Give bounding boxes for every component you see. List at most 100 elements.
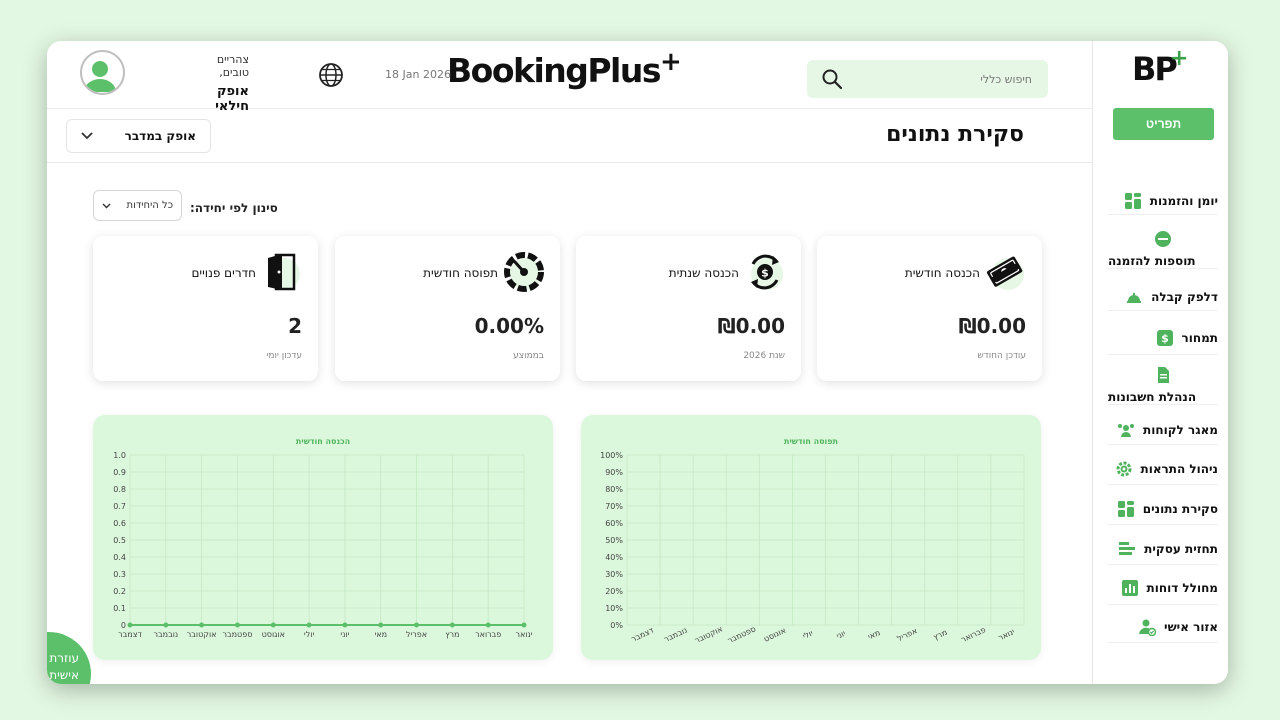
search-input[interactable] [852,64,1032,94]
chart-title: הכנסה חודשית [296,437,350,446]
app-window: BP + תפריט יומן והזמנות תוספות להזמנה דלפ… [47,41,1228,684]
sidebar-item-calendar[interactable]: יומן והזמנות [1108,187,1218,215]
card-title: חדרים פנויים [191,266,256,280]
x-tick-label: דצמבר [630,625,656,643]
x-tick-label: יולי [304,630,315,639]
document-icon [1154,366,1172,384]
y-tick-label: 10% [605,604,623,613]
y-tick-label: 50% [605,536,623,545]
brand-logo[interactable]: BookingPlus+ [447,47,682,96]
business-select[interactable]: אופק במדבר [66,119,211,153]
gear-icon [1115,460,1133,478]
current-date: 18 Jan 2026 [385,68,451,81]
data-point [127,622,133,628]
user-avatar-icon [84,61,116,92]
x-tick-label: ינואר [997,627,1016,642]
card-title: תפוסה חודשית [423,266,498,280]
x-tick-label: אפריל [896,626,919,643]
sidebar-item-label: סקירת נתונים [1142,501,1218,516]
sidebar-item-reports[interactable]: מחולל דוחות [1108,571,1218,605]
card-value: ₪0.00 [958,314,1026,338]
sidebar-item-alerts[interactable]: ניהול התראות [1108,453,1218,485]
report-chart-icon [1121,579,1139,597]
page-header-bar: סקירת נתונים אופק במדבר [47,109,1092,163]
greeting-block: צהריים טובים, אופק חילאי [187,53,249,114]
personal-assistant-label: עוזרת אישית [49,651,79,682]
sidebar-item-forecast[interactable]: תחזית עסקית [1108,533,1218,565]
data-point [485,622,491,628]
data-point [414,622,420,628]
pricing-dollar-icon: $ [1156,329,1174,347]
data-point [306,622,312,628]
avatar[interactable] [80,50,125,95]
x-tick-label: ספטמבר [726,624,757,645]
x-tick-label: ספטמבר [222,630,252,639]
extras-badge-icon [1154,230,1172,248]
sidebar-item-label: תוספות להזמנה [1108,254,1196,268]
y-tick-label: 0% [610,621,623,630]
y-tick-label: 1.0 [113,451,126,460]
user-check-icon [1138,618,1157,636]
x-tick-label: דצמבר [118,630,142,639]
chevron-down-icon [102,203,111,208]
data-point [521,622,527,628]
x-tick-label: ינואר [515,630,532,639]
data-point [234,622,240,628]
y-tick-label: 0.7 [113,502,126,511]
sidebar-item-label: יומן והזמנות [1149,193,1218,208]
y-tick-label: 80% [605,485,623,494]
sidebar-item-customers[interactable]: מאגר לקוחות [1108,415,1218,445]
x-tick-label: מרץ [932,628,949,642]
sidebar-item-personal[interactable]: אזור אישי [1108,611,1218,643]
unit-filter-select[interactable]: כל היחידות [93,190,182,221]
y-tick-label: 0.6 [113,519,126,528]
monthly-occupancy-bar-chart: תפוסה חודשית 100% 90% 80% 70% 60% 50% 40% 30% 20%… [600,437,1025,645]
sidebar-item-label: אזור אישי [1164,619,1218,634]
card-yearly-income: $ הכנסה שנתית ₪0.00 שנת 2026 [576,236,801,381]
x-tick-label: יולי [801,628,814,641]
y-tick-label: 40% [605,553,623,562]
data-point [342,622,348,628]
x-tick-label: מרץ [445,630,459,639]
sidebar-item-pricing[interactable]: $ תמחור [1108,321,1218,355]
x-tick-label: מאי [374,630,387,639]
business-select-value: אופק במדבר [124,129,196,143]
x-tick-label: אוקטובר [693,624,724,645]
income-chart-panel: הכנסה חודשית 1.0 0.9 0.8 0.7 0.6 0.5 0.4 0.3 0.2 0… [93,415,553,660]
y-tick-label: 100% [600,451,623,460]
dashboard-grid-icon [1117,500,1135,518]
sidebar-item-extras[interactable]: תוספות להזמנה [1108,229,1218,269]
card-subtitle: עדכון יומי [266,351,302,361]
customers-icon [1117,421,1135,439]
card-title: הכנסה חודשית [904,266,980,280]
filter-label: סינון לפי יחידה: [190,201,278,215]
sidebar-item-reception[interactable]: דלפק קבלה [1108,283,1218,311]
sidebar-item-accounting[interactable]: הנהלת חשבונות [1108,365,1218,405]
y-tick-label: 0.3 [113,570,126,579]
money-bills-icon [987,256,1024,290]
chart-title: תפוסה חודשית [784,437,838,446]
card-subtitle: בממוצע [513,351,544,361]
search-box[interactable] [807,60,1048,98]
card-title: הכנסה שנתית [668,266,739,280]
personal-assistant-button[interactable]: עוזרת אישית [47,632,91,684]
sidebar-item-dashboard[interactable]: סקירת נתונים [1108,493,1218,525]
svg-text:$: $ [761,267,769,280]
card-value: 0.00% [474,314,544,338]
sidebar-logo[interactable]: BP + [1132,46,1188,87]
sidebar-item-label: תחזית עסקית [1144,541,1218,556]
x-tick-label: אוגוסט [762,626,787,644]
sidebar-item-label: הנהלת חשבונות [1108,390,1197,404]
data-point [378,622,384,628]
x-tick-label: אפריל [406,630,427,639]
data-point [449,622,455,628]
top-header: BookingPlus+ 18 Jan 2026 צהריים טובים, א… [47,41,1092,114]
card-value: ₪0.00 [717,314,785,338]
y-tick-label: 30% [605,570,623,579]
data-point [163,622,169,628]
chevron-down-icon [81,132,93,140]
globe-icon[interactable] [318,62,344,88]
menu-button[interactable]: תפריט [1113,108,1214,140]
greeting-text: צהריים טובים, [216,53,249,79]
search-icon[interactable] [821,68,843,90]
